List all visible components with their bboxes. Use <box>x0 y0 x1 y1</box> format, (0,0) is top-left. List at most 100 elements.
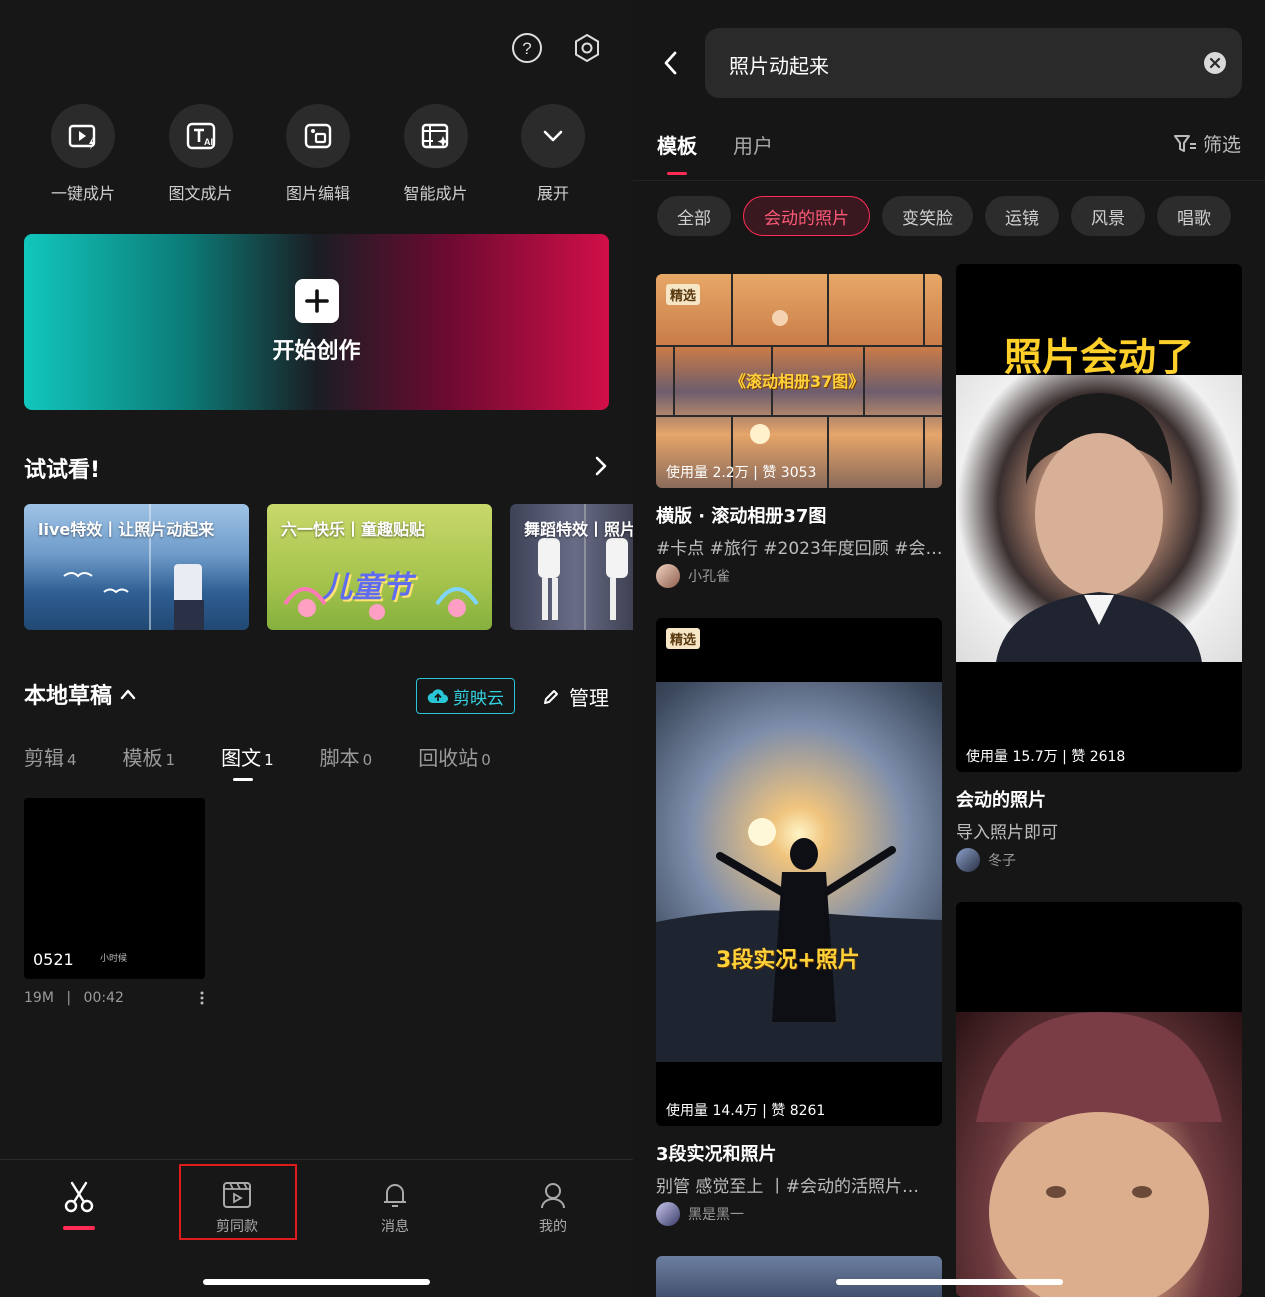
card-overlay-text: 3段实况+照片 <box>716 948 860 973</box>
draft-tab-template[interactable]: 模板 1 <box>123 742 176 771</box>
manage-button[interactable]: 管理 <box>541 682 609 711</box>
nav-label: 我的 <box>539 1219 567 1235</box>
profile-icon <box>541 1183 565 1209</box>
tab-count: 0 <box>362 751 373 769</box>
card-header-text: 照片会动了 <box>1003 335 1194 379</box>
smart-video-icon <box>403 104 468 168</box>
image-edit-icon <box>286 104 350 168</box>
drafts-header: 本地草稿 剪映云 管理 <box>24 678 609 714</box>
nav-profile[interactable]: 我的 <box>513 1180 593 1236</box>
draft-subtitle: 小时候 <box>100 954 128 964</box>
quick-label: 图文成片 <box>168 184 233 203</box>
template-card[interactable]: 精选 《滚动相册37图》 使用量 2.2万 | 赞 3053 <box>656 274 942 488</box>
draft-tabs: 剪辑 4 模板 1 图文 1 脚本 0 回收站 0 <box>24 742 491 781</box>
bell-icon <box>384 1184 406 1207</box>
template-card[interactable] <box>956 902 1242 1297</box>
try-title: 试试看! <box>24 458 101 483</box>
chip-singing[interactable]: 唱歌 <box>1157 196 1231 236</box>
chip-moving-photo[interactable]: 会动的照片 <box>743 196 870 236</box>
quick-expand[interactable]: 展开 <box>508 104 598 204</box>
draft-tab-script[interactable]: 脚本 0 <box>320 742 373 771</box>
search-panel: 照片动起来 模板 用户 筛选 全部 会动的照片 变笑脸 运镜 风景 唱歌 精选 … <box>633 0 1265 1297</box>
plus-icon <box>294 279 339 323</box>
home-indicator <box>203 1279 430 1285</box>
card-overlay-text: 《滚动相册37图》 <box>730 372 865 391</box>
card-title[interactable]: 横版 · 滚动相册37图 <box>656 502 826 528</box>
card-photo <box>956 1012 1242 1297</box>
one-click-video-icon <box>51 104 115 168</box>
top-icons: ? <box>511 32 603 64</box>
cloud-upload-icon <box>427 689 449 704</box>
chevron-right-icon[interactable] <box>593 455 609 481</box>
drafts-title: 本地草稿 <box>24 684 113 709</box>
tab-count: 1 <box>165 751 176 769</box>
cloud-label: 剪映云 <box>453 688 504 709</box>
card-author[interactable]: 小孔雀 <box>656 564 730 588</box>
tab-count: 4 <box>67 751 77 769</box>
meta-divider: | <box>66 990 72 1006</box>
card-author[interactable]: 冬子 <box>956 848 1016 872</box>
quick-one-click[interactable]: 一键成片 <box>38 104 128 204</box>
card-title[interactable]: 会动的照片 <box>956 786 1046 812</box>
try-card-childrens-day[interactable]: 六一快乐丨童趣贴贴 儿童节 <box>267 504 492 630</box>
tab-count: 1 <box>264 751 274 769</box>
quick-text-video[interactable]: AI 图文成片 <box>156 104 246 204</box>
help-icon[interactable]: ? <box>511 32 543 64</box>
chip-camera-move[interactable]: 运镜 <box>985 196 1059 236</box>
quick-label: 展开 <box>536 184 569 203</box>
start-create-button[interactable]: 开始创作 <box>24 234 609 410</box>
draft-tab-image-text[interactable]: 图文 1 <box>221 742 274 781</box>
more-vertical-icon[interactable] <box>199 990 205 1010</box>
template-card[interactable] <box>656 1256 942 1297</box>
quick-label: 智能成片 <box>403 184 468 203</box>
search-input[interactable]: 照片动起来 <box>705 28 1242 98</box>
card-photo <box>956 375 1242 662</box>
clear-icon[interactable] <box>1204 52 1226 74</box>
divider <box>633 180 1265 181</box>
tab-label: 模板 <box>122 746 163 770</box>
card-photo <box>656 682 942 1062</box>
try-section-header: 试试看! <box>24 452 609 484</box>
nav-messages[interactable]: 消息 <box>355 1180 435 1236</box>
tab-users[interactable]: 用户 <box>733 130 773 159</box>
chip-all[interactable]: 全部 <box>657 196 731 236</box>
tab-templates[interactable]: 模板 <box>657 130 697 175</box>
manage-label: 管理 <box>569 686 609 710</box>
chip-smile[interactable]: 变笑脸 <box>882 196 973 236</box>
card-usage: 使用量 15.7万 | 赞 2618 <box>966 749 1126 765</box>
chip-scenery[interactable]: 风景 <box>1071 196 1145 236</box>
back-icon[interactable] <box>661 50 681 80</box>
settings-icon[interactable] <box>571 32 603 64</box>
draft-card[interactable]: 0521 小时候 <box>24 798 205 979</box>
tab-count: 0 <box>481 751 491 769</box>
card-usage: 使用量 2.2万 | 赞 3053 <box>666 465 817 481</box>
draft-name: 0521 <box>33 950 74 969</box>
filter-button[interactable]: 筛选 <box>1173 130 1241 157</box>
try-card-dance-effect[interactable]: 舞蹈特效丨照片 <box>510 504 633 630</box>
drafts-title-toggle[interactable]: 本地草稿 <box>24 678 136 710</box>
author-name: 黑是黑一 <box>688 1207 744 1223</box>
home-panel: ? 一键成片 AI 图文成片 图片编辑 智能成片 展开 开始创作 试试看! li… <box>0 0 633 1297</box>
nav-edit[interactable] <box>39 1180 119 1214</box>
card-author[interactable]: 黑是黑一 <box>656 1202 744 1226</box>
template-card[interactable]: 照片会动了 使用量 15.7万 | 赞 2618 <box>956 264 1242 772</box>
draft-size-duration: 19M | 00:42 <box>24 990 124 1010</box>
quick-image-edit[interactable]: 图片编辑 <box>273 104 363 204</box>
category-chips: 全部 会动的照片 变笑脸 运镜 风景 唱歌 <box>657 196 1231 236</box>
template-card[interactable]: 精选 3段实况+照片 使用量 14.4万 | 赞 8261 <box>656 618 942 1126</box>
cloud-button[interactable]: 剪映云 <box>416 678 515 714</box>
avatar <box>656 564 680 588</box>
tab-label: 剪辑 <box>24 746 64 770</box>
home-indicator <box>836 1279 1063 1285</box>
try-card-caption: 舞蹈特效丨照片 <box>524 520 633 539</box>
draft-tab-edit[interactable]: 剪辑 4 <box>24 742 77 771</box>
quick-smart-video[interactable]: 智能成片 <box>391 104 481 204</box>
highlight-box <box>179 1164 297 1240</box>
try-card-live-effect[interactable]: live特效丨让照片动起来 <box>24 504 249 630</box>
try-cards: live特效丨让照片动起来 六一快乐丨童趣贴贴 儿童节 舞蹈特效丨照片 <box>24 504 633 630</box>
card-title[interactable]: 3段实况和照片 <box>656 1140 777 1166</box>
pencil-icon <box>544 689 558 704</box>
draft-tab-trash[interactable]: 回收站 0 <box>418 742 491 771</box>
start-create-label: 开始创作 <box>272 339 361 364</box>
author-name: 冬子 <box>988 853 1016 869</box>
